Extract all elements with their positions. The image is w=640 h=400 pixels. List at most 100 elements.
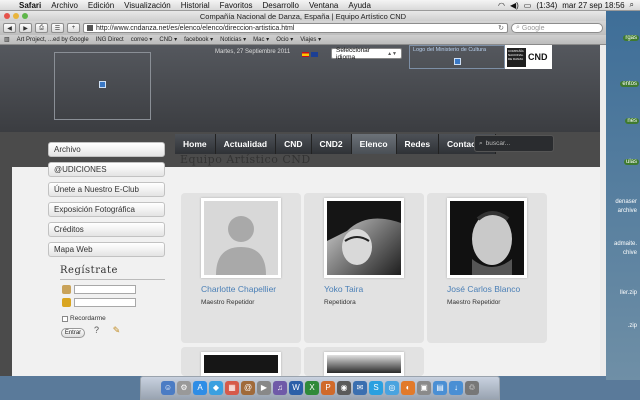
close-window-icon[interactable] <box>4 13 10 19</box>
nav-home[interactable]: Home <box>175 134 216 154</box>
wifi-icon[interactable]: ◠ <box>498 1 505 10</box>
address-book-icon[interactable]: @ <box>241 381 255 395</box>
artist-photo[interactable] <box>324 352 404 376</box>
app-store-icon[interactable]: A <box>193 381 207 395</box>
add-bookmark-button[interactable]: + <box>67 23 80 33</box>
remember-me[interactable]: Recordarme <box>62 315 106 322</box>
register-user-icon[interactable]: ✎ <box>111 325 122 336</box>
artist-photo-placeholder[interactable] <box>201 198 281 278</box>
calendar-icon[interactable]: ▦ <box>225 381 239 395</box>
zoom-window-icon[interactable] <box>22 13 28 19</box>
desktop-file-label[interactable]: chive <box>621 250 639 256</box>
reader-button[interactable]: ☰ <box>51 23 64 33</box>
safari-icon[interactable]: ◎ <box>385 381 399 395</box>
skype-icon[interactable]: S <box>369 381 383 395</box>
password-input[interactable] <box>74 298 136 307</box>
artist-name[interactable]: José Carlos Blanco <box>447 284 520 294</box>
menu-ayuda[interactable]: Ayuda <box>343 1 376 10</box>
username-input[interactable] <box>74 285 136 294</box>
ministerio-logo[interactable]: Logo del Ministerio de Cultura <box>409 45 505 69</box>
enter-button[interactable]: Entrar <box>61 328 85 338</box>
powerpoint-icon[interactable]: P <box>321 381 335 395</box>
bookmark-item[interactable]: Art Project, ...ed by Google <box>17 37 89 43</box>
artist-card[interactable] <box>181 347 301 376</box>
uk-flag-icon[interactable] <box>311 52 318 57</box>
desktop-file-label[interactable]: .zip <box>626 323 639 329</box>
nav-actualidad[interactable]: Actualidad <box>215 134 277 154</box>
sidebar-exposicion-button[interactable]: Exposición Fotográfica <box>48 202 165 217</box>
nav-redes[interactable]: Redes <box>396 134 440 154</box>
menu-archivo[interactable]: Archivo <box>46 1 83 10</box>
bookmark-item[interactable]: Ocio ▾ <box>276 36 293 43</box>
forgot-password-icon[interactable]: ? <box>91 325 102 336</box>
preview-icon[interactable]: ▣ <box>417 381 431 395</box>
spain-flag-icon[interactable] <box>302 52 309 57</box>
site-logo-placeholder[interactable] <box>54 52 151 120</box>
dropbox-icon[interactable]: ◆ <box>209 381 223 395</box>
forward-button[interactable]: ▶ <box>19 23 32 33</box>
menu-ventana[interactable]: Ventana <box>304 1 343 10</box>
language-select[interactable]: Seleccionar idioma ▲▼ <box>331 47 402 61</box>
word-icon[interactable]: W <box>289 381 303 395</box>
nav-elenco[interactable]: Elenco <box>351 134 397 154</box>
sidebar-eclub-button[interactable]: Únete a Nuestro E-Club <box>48 182 165 197</box>
desktop-file-label[interactable]: admaite. <box>612 241 639 247</box>
url-text[interactable]: http://www.cndanza.net/es/elenco/elenco/… <box>96 25 294 32</box>
desktop-file-label[interactable]: denaser <box>613 199 639 205</box>
site-search-input[interactable]: ⌕ buscar... <box>474 135 554 152</box>
firefox-icon[interactable]: ◐ <box>401 381 415 395</box>
bookmark-item[interactable]: facebook ▾ <box>184 36 213 43</box>
artist-card[interactable]: Charlotte Chapellier Maestro Repetidor <box>181 193 301 343</box>
menu-app-safari[interactable]: Safari <box>14 1 46 10</box>
desktop-file-label[interactable]: entos <box>620 81 639 87</box>
minimize-window-icon[interactable] <box>13 13 19 19</box>
artist-card[interactable]: Yoko Taira Repetidora <box>304 193 424 343</box>
artist-photo[interactable] <box>447 198 527 278</box>
menu-favoritos[interactable]: Favoritos <box>215 1 258 10</box>
artist-name[interactable]: Charlotte Chapellier <box>201 284 276 294</box>
desktop-file-label[interactable]: rgas <box>623 35 639 41</box>
quicktime-icon[interactable]: ▶ <box>257 381 271 395</box>
bookmark-item[interactable]: ING Direct <box>96 37 124 43</box>
artist-card[interactable] <box>304 347 424 376</box>
nav-cnd[interactable]: CND <box>276 134 312 154</box>
bookmark-item[interactable]: Noticias ▾ <box>220 36 246 43</box>
menu-edicion[interactable]: Edición <box>83 1 119 10</box>
clock[interactable]: mar 27 sep 18:56 <box>562 1 624 10</box>
trash-icon[interactable]: ♲ <box>465 381 479 395</box>
folder-icon[interactable]: ▤ <box>433 381 447 395</box>
itunes-icon[interactable]: ♫ <box>273 381 287 395</box>
artist-photo[interactable] <box>324 198 404 278</box>
reload-icon[interactable]: ↻ <box>498 24 504 32</box>
spotlight-icon[interactable]: ⌕ <box>630 0 634 10</box>
artist-photo[interactable] <box>201 352 281 376</box>
battery-icon[interactable]: ▭ <box>524 1 532 10</box>
desktop-file-label[interactable]: ller.zip <box>618 290 639 296</box>
search-field[interactable]: ⌕ Google <box>511 23 603 33</box>
menu-visualizacion[interactable]: Visualización <box>119 1 176 10</box>
menu-historial[interactable]: Historial <box>176 1 215 10</box>
menu-desarrollo[interactable]: Desarrollo <box>258 1 304 10</box>
photo-booth-icon[interactable]: ◉ <box>337 381 351 395</box>
cnd-logo[interactable]: COMPAÑÍA NACIONAL DE DANZA CND <box>505 45 552 69</box>
back-button[interactable]: ◀ <box>3 23 16 33</box>
bookmark-item[interactable]: Viajes ▾ <box>300 36 321 43</box>
artist-name[interactable]: Yoko Taira <box>324 284 363 294</box>
bookmark-item[interactable]: correo ▾ <box>131 36 153 43</box>
sidebar-creditos-button[interactable]: Créditos <box>48 222 165 237</box>
nav-cnd2[interactable]: CND2 <box>311 134 352 154</box>
sidebar-audiciones-button[interactable]: @UDICIONES <box>48 162 165 177</box>
artist-card[interactable]: José Carlos Blanco Maestro Repetidor <box>427 193 547 343</box>
bookmarks-icon[interactable]: ▥ <box>4 36 10 43</box>
sidebar-archivo-button[interactable]: Archivo <box>48 142 165 157</box>
address-bar[interactable]: http://www.cndanza.net/es/elenco/elenco/… <box>83 23 508 33</box>
downloads-folder-icon[interactable]: ↓ <box>449 381 463 395</box>
desktop-file-label[interactable]: archive <box>616 208 639 214</box>
mail-icon[interactable]: ✉ <box>353 381 367 395</box>
finder-icon[interactable]: ☺ <box>161 381 175 395</box>
print-button[interactable]: ⎙ <box>35 23 48 33</box>
desktop-file-label[interactable]: ulas <box>623 159 639 165</box>
bookmark-item[interactable]: CND ▾ <box>159 36 177 43</box>
excel-icon[interactable]: X <box>305 381 319 395</box>
bookmark-item[interactable]: Mac ▾ <box>253 36 269 43</box>
